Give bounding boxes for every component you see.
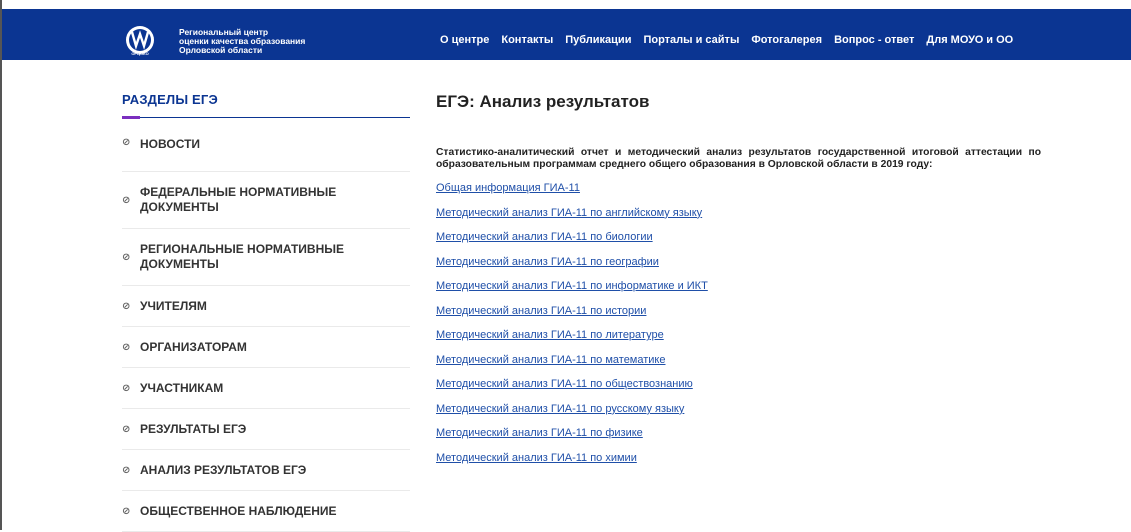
intro-text: Статистико-аналитический отчет и методич… <box>436 147 1041 170</box>
link-geography[interactable]: Методический анализ ГИА-11 по географии <box>436 255 1041 280</box>
sidebar-item-label: АНАЛИЗ РЕЗУЛЬТАТОВ ЕГЭ <box>140 462 307 477</box>
sidebar-title: РАЗДЕЛЫ ЕГЭ <box>122 92 218 107</box>
link-physics[interactable]: Методический анализ ГИА-11 по физике <box>436 426 1041 451</box>
circle-check-icon: ⊘ <box>122 382 131 394</box>
sidebar-item-label: ОРГАНИЗАТОРАМ <box>140 339 247 354</box>
link-general-info[interactable]: Общая информация ГИА-11 <box>436 181 1041 206</box>
link-chemistry[interactable]: Методический анализ ГИА-11 по химии <box>436 451 1041 476</box>
sidebar-item-label: РЕЗУЛЬТАТЫ ЕГЭ <box>140 421 247 436</box>
circle-check-icon: ⊘ <box>122 505 131 517</box>
sidebar-item-news[interactable]: ⊘ НОВОСТИ <box>122 137 410 172</box>
sidebar-underline <box>122 116 410 119</box>
nav-about[interactable]: О центре <box>440 34 489 46</box>
nav-for-organizations[interactable]: Для МОУО и ОО <box>926 34 1013 46</box>
site-logo-icon[interactable]: ОРЦОКО <box>120 24 160 58</box>
sidebar-menu: ⊘ НОВОСТИ ⊘ ФЕДЕРАЛЬНЫЕ НОРМАТИВНЫЕ ДОКУ… <box>122 137 410 532</box>
sidebar-item-label: ФЕДЕРАЛЬНЫЕ НОРМАТИВНЫЕ ДОКУМЕНТЫ <box>140 185 337 214</box>
link-history[interactable]: Методический анализ ГИА-11 по истории <box>436 304 1041 329</box>
brand-name[interactable]: Региональный центр оценки качества образ… <box>179 28 305 55</box>
link-social-studies[interactable]: Методический анализ ГИА-11 по обществозн… <box>436 377 1041 402</box>
nav-photogallery[interactable]: Фотогалерея <box>751 34 822 46</box>
nav-publications[interactable]: Публикации <box>565 34 631 46</box>
nav-contacts[interactable]: Контакты <box>501 34 553 46</box>
sidebar-item-federal-docs[interactable]: ⊘ ФЕДЕРАЛЬНЫЕ НОРМАТИВНЫЕ ДОКУМЕНТЫ <box>122 172 410 229</box>
nav-faq[interactable]: Вопрос - ответ <box>834 34 914 46</box>
circle-check-icon: ⊘ <box>122 464 131 476</box>
page-left-border <box>0 0 2 530</box>
sidebar-underline-accent <box>122 116 140 119</box>
link-literature[interactable]: Методический анализ ГИА-11 по литературе <box>436 328 1041 353</box>
sidebar-item-teachers[interactable]: ⊘ УЧИТЕЛЯМ <box>122 286 410 327</box>
circle-check-icon: ⊘ <box>122 423 131 435</box>
sidebar-item-label: НОВОСТИ <box>140 137 201 151</box>
link-russian[interactable]: Методический анализ ГИА-11 по русскому я… <box>436 402 1041 427</box>
main-nav: О центре Контакты Публикации Порталы и с… <box>440 34 1025 46</box>
circle-check-icon: ⊘ <box>122 341 131 353</box>
circle-check-icon: ⊘ <box>122 137 131 148</box>
circle-check-icon: ⊘ <box>122 251 131 263</box>
page-title: ЕГЭ: Анализ результатов <box>436 92 650 111</box>
report-links: Общая информация ГИА-11 Методический ана… <box>436 181 1041 475</box>
main-content: ЕГЭ: Анализ результатов Статистико-анали… <box>436 92 1041 475</box>
link-informatics[interactable]: Методический анализ ГИА-11 по информатик… <box>436 279 1041 304</box>
nav-portals[interactable]: Порталы и сайты <box>643 34 739 46</box>
sidebar-item-results[interactable]: ⊘ РЕЗУЛЬТАТЫ ЕГЭ <box>122 409 410 450</box>
logo-text: ОРЦОКО <box>131 51 148 56</box>
link-mathematics[interactable]: Методический анализ ГИА-11 по математике <box>436 353 1041 378</box>
sidebar-item-public-observation[interactable]: ⊘ ОБЩЕСТВЕННОЕ НАБЛЮДЕНИЕ <box>122 491 410 532</box>
link-english[interactable]: Методический анализ ГИА-11 по английском… <box>436 206 1041 231</box>
circle-check-icon: ⊘ <box>122 300 131 312</box>
sidebar-item-label: РЕГИОНАЛЬНЫЕ НОРМАТИВНЫЕ ДОКУМЕНТЫ <box>140 242 344 271</box>
circle-check-icon: ⊘ <box>122 194 131 206</box>
sidebar-item-results-analysis[interactable]: ⊘ АНАЛИЗ РЕЗУЛЬТАТОВ ЕГЭ <box>122 450 410 491</box>
sidebar-item-regional-docs[interactable]: ⊘ РЕГИОНАЛЬНЫЕ НОРМАТИВНЫЕ ДОКУМЕНТЫ <box>122 229 410 286</box>
link-biology[interactable]: Методический анализ ГИА-11 по биологии <box>436 230 1041 255</box>
site-header: ОРЦОКО Региональный центр оценки качеств… <box>2 9 1131 60</box>
sidebar: РАЗДЕЛЫ ЕГЭ ⊘ НОВОСТИ ⊘ ФЕДЕРАЛЬНЫЕ НОРМ… <box>122 92 410 532</box>
sidebar-item-label: ОБЩЕСТВЕННОЕ НАБЛЮДЕНИЕ <box>140 503 337 518</box>
sidebar-item-participants[interactable]: ⊘ УЧАСТНИКАМ <box>122 368 410 409</box>
sidebar-item-label: УЧАСТНИКАМ <box>140 380 224 395</box>
sidebar-item-organizers[interactable]: ⊘ ОРГАНИЗАТОРАМ <box>122 327 410 368</box>
sidebar-item-label: УЧИТЕЛЯМ <box>140 298 207 313</box>
brand-line-3: Орловской области <box>179 45 263 55</box>
